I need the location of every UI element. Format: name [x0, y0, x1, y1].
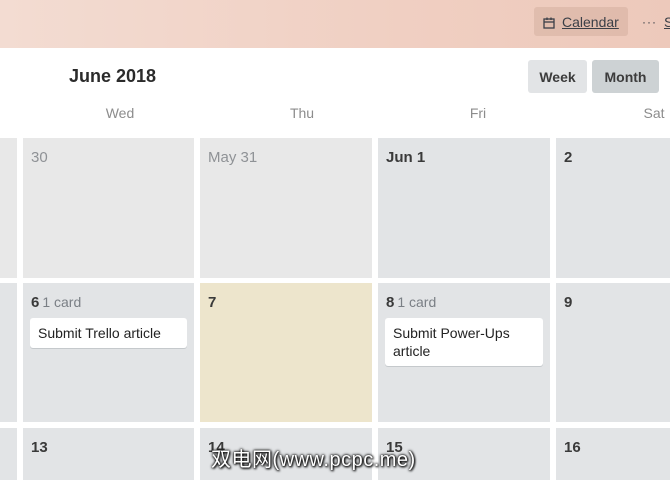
day-number: 61 card	[31, 294, 82, 311]
month-title: June 2018	[69, 66, 157, 86]
board-header-bar: Calendar ··· S	[0, 0, 670, 48]
calendar-day-cell[interactable]	[0, 138, 17, 278]
calendar-day-cell[interactable]: 2	[556, 138, 670, 278]
watermark-text: 双电网(www.pcpc.me)	[211, 449, 416, 471]
show-menu-button[interactable]: ··· S	[640, 7, 670, 36]
day-number: 16	[564, 439, 581, 456]
calendar-day-cell-today[interactable]: 7	[200, 283, 372, 422]
dow-sat: Sat	[643, 105, 665, 121]
calendar-card[interactable]: Submit Trello article	[30, 318, 187, 348]
week-view-button[interactable]: Week	[528, 60, 587, 93]
calendar-day-cell[interactable]: May 31	[200, 138, 372, 278]
day-number: 2	[564, 149, 573, 166]
calendar-icon	[543, 16, 555, 29]
show-menu-label: S	[664, 13, 670, 30]
calendar-power-up-button[interactable]: Calendar	[534, 7, 628, 36]
calendar-day-cell[interactable]	[0, 283, 17, 422]
dow-fri: Fri	[469, 105, 487, 121]
calendar-day-cell[interactable]: 9	[556, 283, 670, 422]
card-count: 1 card	[42, 294, 82, 310]
month-view-button[interactable]: Month	[592, 60, 659, 93]
calendar-day-cell[interactable]: 13	[23, 428, 194, 480]
calendar-day-cell[interactable]: Jun 1	[378, 138, 550, 278]
day-number: 30	[31, 149, 48, 166]
day-number: Jun 1	[386, 149, 426, 166]
more-dots-icon: ···	[642, 14, 657, 29]
day-number: 7	[208, 294, 217, 311]
calendar-day-cell[interactable]: 16	[556, 428, 670, 480]
day-number: 9	[564, 294, 573, 311]
calendar-day-cell[interactable]: 30	[23, 138, 194, 278]
calendar-day-cell[interactable]	[0, 428, 17, 480]
day-number: 13	[31, 439, 48, 456]
day-number: May 31	[208, 149, 258, 166]
calendar-card[interactable]: Submit Power-Ups article	[385, 318, 543, 366]
dow-thu: Thu	[289, 105, 315, 121]
calendar-day-cell[interactable]: 81 card Submit Power-Ups article	[378, 283, 550, 422]
dow-wed: Wed	[105, 105, 135, 121]
calendar-button-label: Calendar	[562, 13, 619, 30]
calendar-day-cell[interactable]: 61 card Submit Trello article	[23, 283, 194, 422]
day-number: 81 card	[386, 294, 437, 311]
card-count: 1 card	[397, 294, 437, 310]
